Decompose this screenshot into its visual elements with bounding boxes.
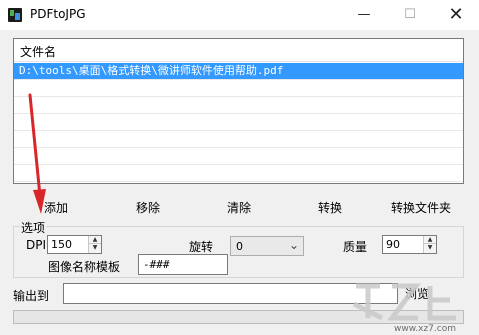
watermark-logo: www.xz7.com xyxy=(346,278,472,334)
watermark-text: www.xz7.com xyxy=(394,324,456,334)
